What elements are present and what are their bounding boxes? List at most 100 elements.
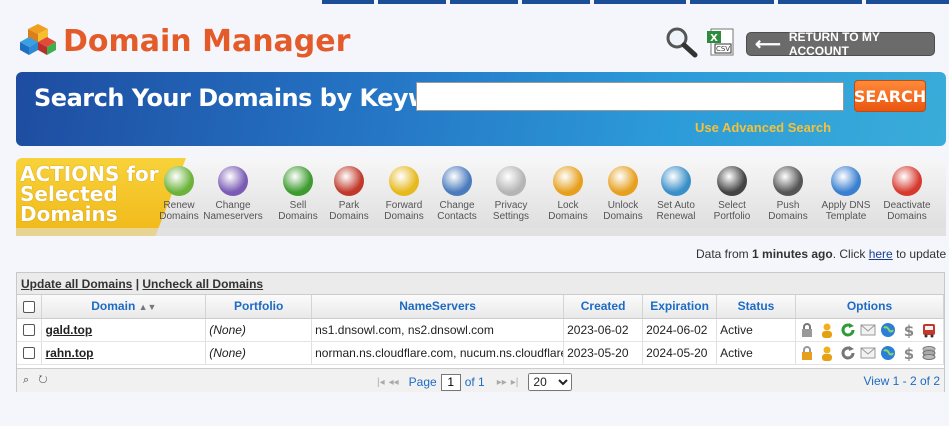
- dns-globe-icon[interactable]: [880, 322, 896, 338]
- options-cell: $: [795, 318, 945, 342]
- action-label-line1: Push: [776, 200, 800, 211]
- prev-page-icon[interactable]: ◂◂: [389, 377, 399, 388]
- nameservers-cell: ns1.dnsowl.com, ns2.dnsowl.com: [311, 318, 565, 342]
- action-forward-domains[interactable]: Forward Domains: [374, 166, 434, 222]
- action-label-line2: Portfolio: [713, 211, 751, 222]
- action-lock-domains[interactable]: Lock Domains: [538, 166, 598, 222]
- action-label-line1: Set Auto: [657, 200, 695, 211]
- update-all-domains-link[interactable]: Update all Domains: [21, 277, 132, 291]
- column-nameservers[interactable]: NameServers: [311, 295, 565, 319]
- csv-export-icon[interactable]: X CSV: [706, 27, 736, 57]
- next-page-icon[interactable]: ▸▸: [497, 377, 507, 388]
- dollar-icon[interactable]: $: [901, 345, 917, 361]
- nameservers-cell: norman.ns.cloudflare.com, nucum.ns.cloud…: [311, 341, 565, 365]
- table-row: rahn.top (None) norman.ns.cloudflare.com…: [17, 341, 945, 365]
- header-row: Domain ▲▼ Portfolio NameServers Created …: [17, 295, 945, 319]
- status-cell: Active: [716, 318, 796, 342]
- lock-icon[interactable]: [799, 322, 815, 338]
- gauge-icon: [717, 166, 747, 196]
- dns-globe-icon[interactable]: [880, 345, 896, 361]
- portfolio-cell: (None): [205, 318, 313, 342]
- auto-renew-icon[interactable]: [840, 345, 856, 361]
- actions-bar: ACTIONS for Selected Domains Renew Domain…: [16, 158, 946, 236]
- deactivate-icon: [892, 166, 922, 196]
- search-input[interactable]: [416, 82, 844, 111]
- action-label-line2: Template: [825, 211, 867, 222]
- bus-icon[interactable]: [921, 322, 937, 338]
- action-label-line2: Domains: [384, 211, 424, 222]
- lock-icon[interactable]: [799, 345, 815, 361]
- action-park-domains[interactable]: Park Domains: [319, 166, 379, 222]
- uncheck-all-domains-link[interactable]: Uncheck all Domains: [142, 277, 263, 291]
- refresh-icon[interactable]: ↻: [38, 374, 47, 386]
- action-label-line2: Settings: [492, 211, 530, 222]
- per-page-select[interactable]: 20: [528, 373, 573, 391]
- last-page-icon[interactable]: ▸|: [511, 377, 519, 388]
- column-domain[interactable]: Domain ▲▼: [41, 295, 207, 319]
- search-magnifier-icon[interactable]: [664, 26, 698, 58]
- portfolio-cell: (None): [205, 341, 313, 365]
- action-label-line1: Forward: [385, 200, 423, 211]
- page-input[interactable]: [440, 373, 461, 391]
- action-push-domains[interactable]: Push Domains: [758, 166, 818, 222]
- action-change-contacts[interactable]: Change Contacts: [427, 166, 487, 222]
- bus-icon: [334, 166, 364, 196]
- update-here-link[interactable]: here: [869, 247, 893, 261]
- pagination: |◂ ◂◂ Page of 1 ▸▸ ▸| 20: [377, 373, 573, 391]
- action-label-line1: Change: [439, 200, 475, 211]
- status-cell: Active: [716, 341, 796, 365]
- data-freshness-line: Data from 1 minutes ago. Click here to u…: [696, 247, 946, 261]
- action-set-auto-renewal[interactable]: Set Auto Renewal: [646, 166, 706, 222]
- auto-renew-icon[interactable]: [840, 322, 856, 338]
- column-created[interactable]: Created: [563, 295, 644, 319]
- expiration-cell: 2024-06-02: [642, 318, 718, 342]
- domain-link[interactable]: rahn.top: [45, 346, 93, 360]
- dollar-icon[interactable]: $: [901, 322, 917, 338]
- lock-icon: [553, 166, 583, 196]
- domain-link[interactable]: gald.top: [45, 323, 92, 337]
- action-change-nameservers[interactable]: Change Nameservers: [203, 166, 263, 222]
- action-apply-dns-template[interactable]: Apply DNS Template: [816, 166, 876, 222]
- options-cell: $: [795, 341, 945, 365]
- data-from-prefix: Data from: [696, 247, 753, 261]
- table-row: gald.top (None) ns1.dnsowl.com, ns2.dnso…: [17, 318, 945, 342]
- column-portfolio[interactable]: Portfolio: [205, 295, 313, 319]
- grid-toolbar: Update all Domains | Uncheck all Domains: [17, 273, 944, 295]
- row-checkbox[interactable]: [23, 324, 36, 337]
- row-checkbox[interactable]: [23, 347, 36, 360]
- first-page-icon[interactable]: |◂: [377, 377, 385, 388]
- computers-icon: [773, 166, 803, 196]
- privacy-user-icon[interactable]: [819, 322, 835, 338]
- page-title: Domain Manager: [63, 24, 351, 59]
- action-label-line2: Domains: [548, 211, 588, 222]
- column-status[interactable]: Status: [716, 295, 796, 319]
- grid-pager: ⌕ ↻ |◂ ◂◂ Page of 1 ▸▸ ▸| 20 View 1 - 2 …: [17, 368, 944, 392]
- action-deactivate-domains[interactable]: Deactivate Domains: [877, 166, 937, 222]
- action-label-line1: Lock: [557, 200, 579, 211]
- action-renew-domains[interactable]: Renew Domains: [149, 166, 209, 222]
- privacy-user-icon[interactable]: [819, 345, 835, 361]
- column-expiration[interactable]: Expiration: [642, 295, 718, 319]
- contacts-icon: [442, 166, 472, 196]
- action-label-line2: Domains: [603, 211, 643, 222]
- select-all-header: [17, 295, 43, 319]
- select-all-checkbox[interactable]: [23, 301, 36, 314]
- dns-template-icon: [831, 166, 861, 196]
- email-icon[interactable]: [860, 345, 876, 361]
- view-range: View 1 - 2 of 2: [863, 374, 941, 388]
- action-privacy-settings[interactable]: Privacy Settings: [481, 166, 541, 222]
- email-icon[interactable]: [860, 322, 876, 338]
- action-label-line1: Park: [338, 200, 360, 211]
- advanced-search-link[interactable]: Use Advanced Search: [695, 120, 831, 135]
- action-select-portfolio[interactable]: Select Portfolio: [702, 166, 762, 222]
- search-button[interactable]: SEARCH: [854, 80, 926, 112]
- swap-arrows-icon: [218, 166, 248, 196]
- search-label: Search Your Domains by Keyword: [34, 84, 474, 112]
- action-label-line2: Domains: [329, 211, 369, 222]
- svg-text:X: X: [710, 33, 718, 44]
- action-unlock-domains[interactable]: Unlock Domains: [593, 166, 653, 222]
- search-small-icon[interactable]: ⌕: [23, 374, 29, 386]
- unlock-icon: [608, 166, 638, 196]
- coins-icon[interactable]: [921, 345, 937, 361]
- return-to-account-button[interactable]: ⟵ RETURN TO MY ACCOUNT: [746, 30, 935, 58]
